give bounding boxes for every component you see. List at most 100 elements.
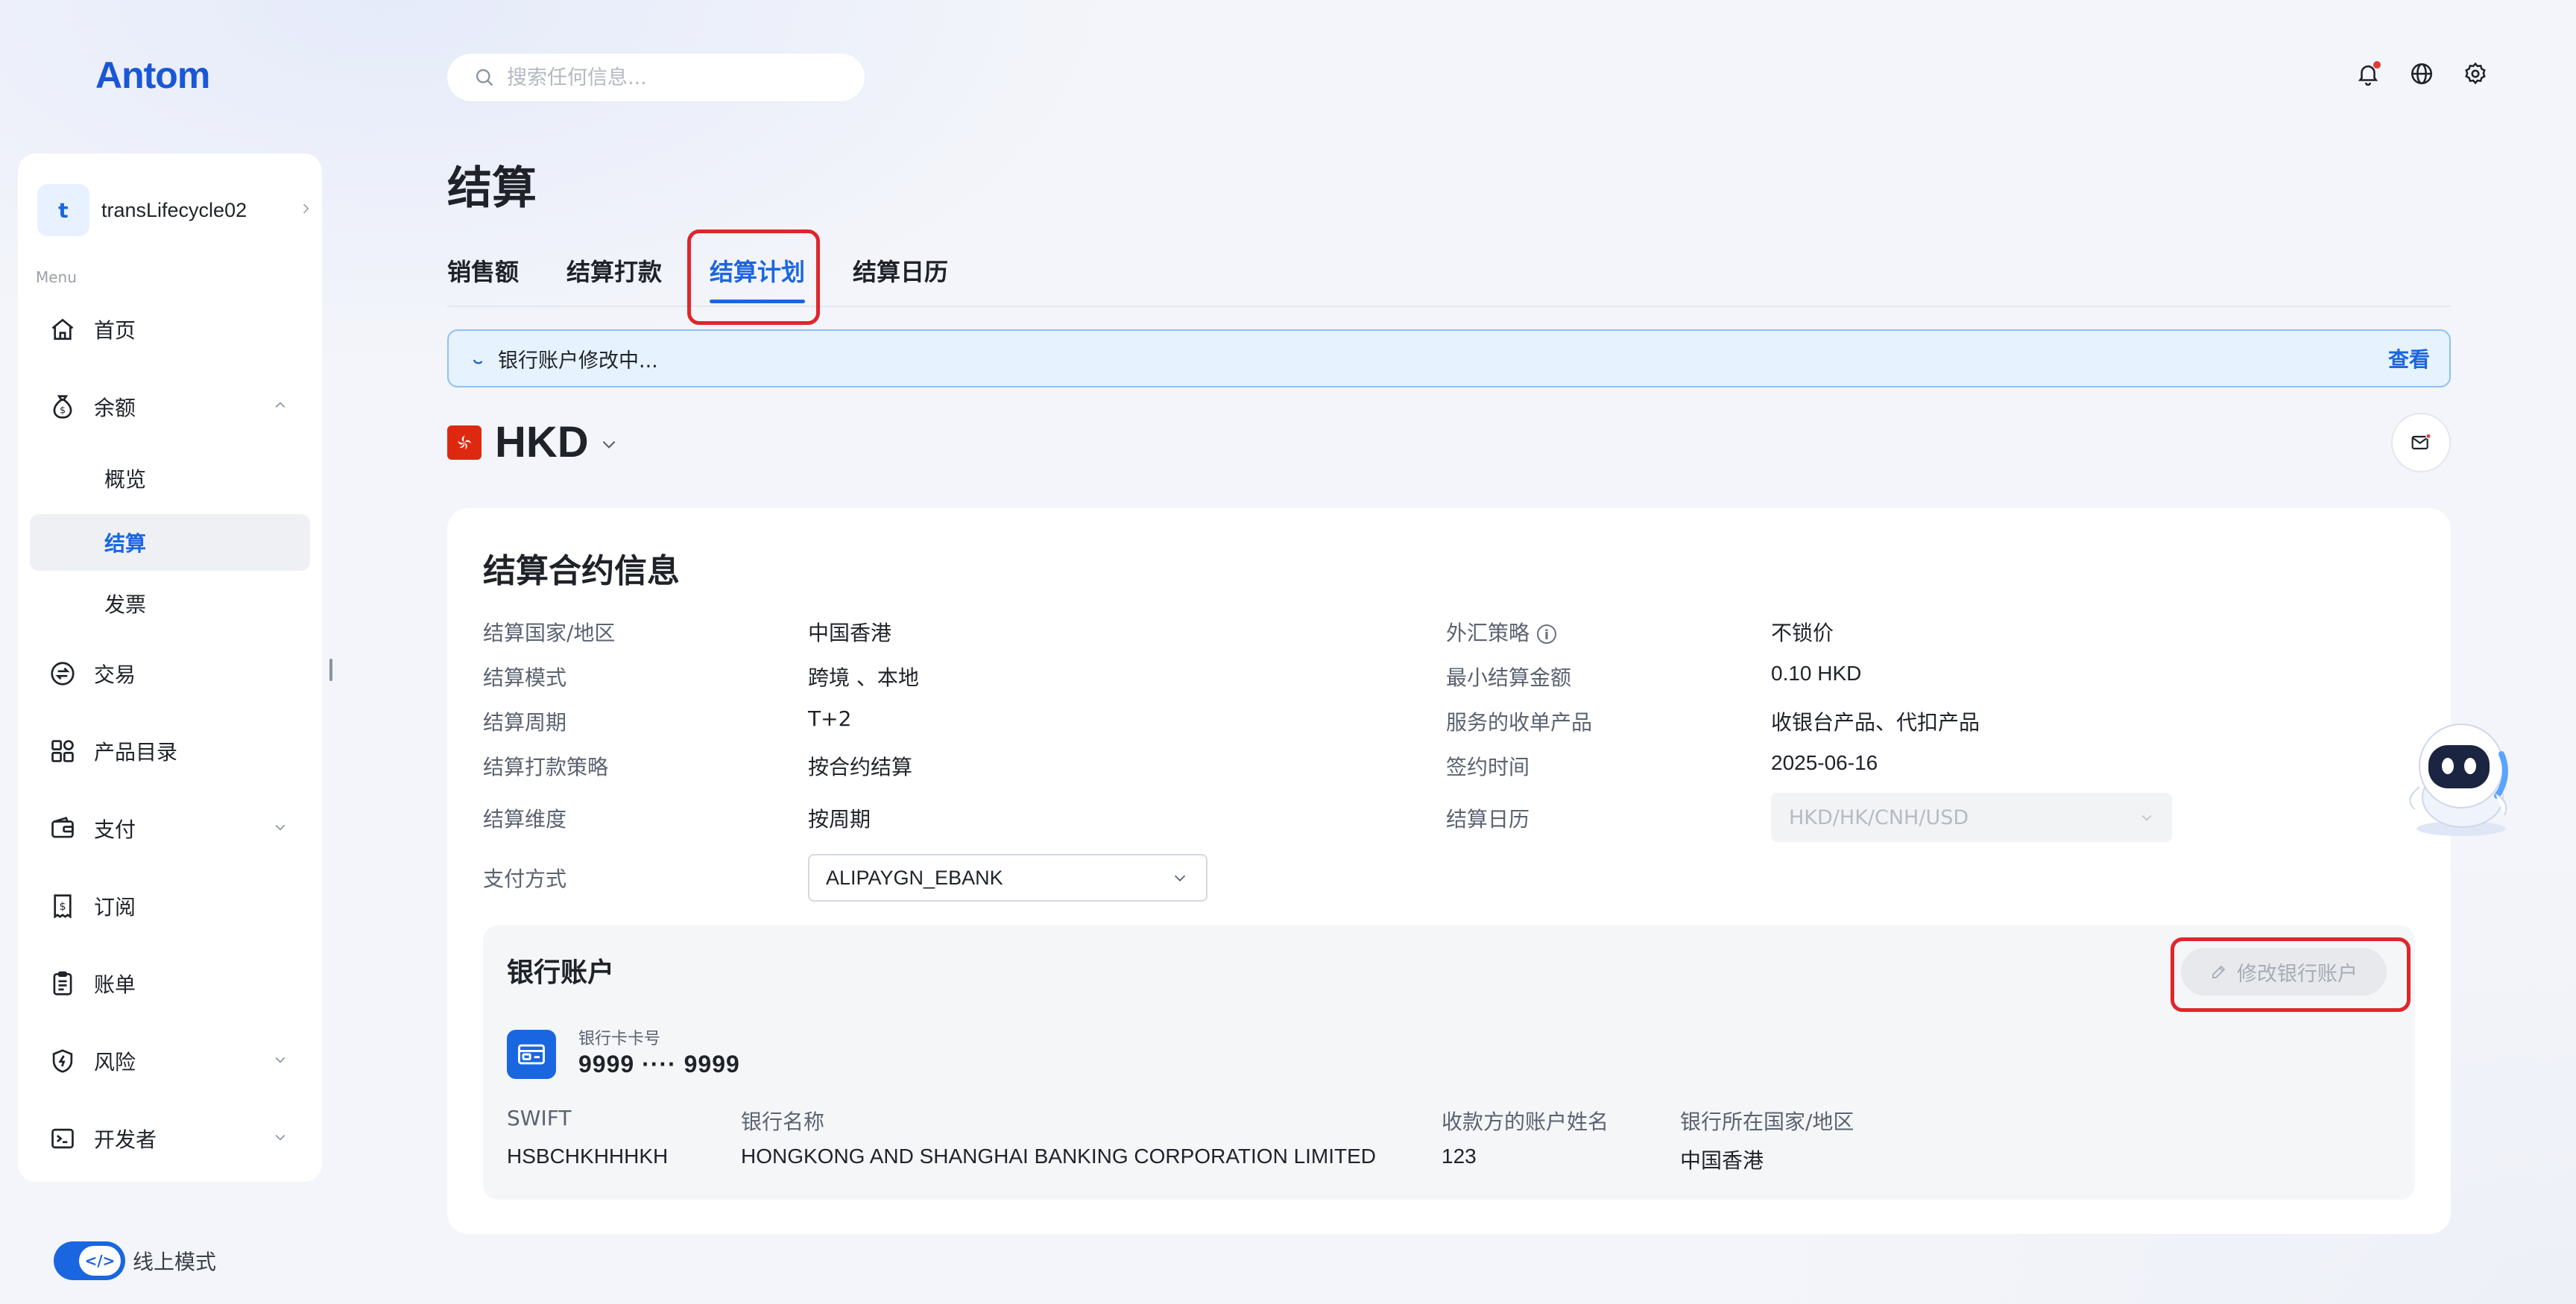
antom-logo[interactable]: Antom [95,54,210,97]
highlight-box [2171,937,2411,1012]
field-label: 银行所在国家/地区 [1680,1110,1854,1134]
sidebar-resize-handle[interactable] [329,659,332,681]
search-icon [476,69,493,86]
receipt-icon: $ [48,891,78,921]
payment-method-select[interactable]: ALIPAYGN_EBANK [808,854,1208,902]
sidebar-item-bills[interactable]: 账单 [30,955,310,1012]
account-name: transLifecycle02 [101,198,247,221]
field-value: 2025-06-16 [1771,751,1878,774]
home-icon [48,314,78,344]
chevron-down-icon [273,1052,288,1070]
sidebar-item-label: 交易 [94,662,136,687]
shield-icon [48,1046,78,1076]
svg-text:$: $ [59,901,66,913]
hong-kong-flag-icon [447,425,482,460]
chevron-down-icon [599,434,619,457]
chevron-down-icon [273,820,288,838]
chevron-down-icon [273,1130,288,1148]
field-value: HSBCHKHHHKH [507,1145,669,1168]
tab-sales[interactable]: 销售额 [447,253,519,288]
code-icon: </> [79,1246,121,1276]
field-value: 不锁价 [1771,621,1834,645]
notice-text: 银行账户修改中... [498,349,658,373]
sidebar-subitem-overview[interactable]: 概览 [30,450,310,507]
field-value: 中国香港 [1680,1148,1764,1173]
toggle-switch[interactable]: </> [54,1241,125,1280]
sidebar-item-label: 首页 [94,318,136,343]
sidebar-subitem-settlement[interactable]: 结算 [30,514,310,571]
field-value: T+2 [808,706,852,731]
field-label: 外汇策略 i [1446,617,1557,647]
svg-text:$: $ [60,405,66,416]
sidebar-item-label: 余额 [94,396,136,420]
live-mode-toggle[interactable]: </> 线上模式 [54,1241,216,1280]
view-link[interactable]: 查看 [2388,344,2430,373]
tab-settlement-calendar[interactable]: 结算日历 [853,253,948,288]
field-label: 结算日历 [1446,807,1530,832]
sidebar-item-label: 账单 [94,972,136,997]
field-label: 结算国家/地区 [483,621,616,645]
sidebar-item-label: 订阅 [94,895,136,920]
account-avatar: t [37,184,89,236]
sidebar-item-balance[interactable]: $ 余额 [30,379,310,435]
notification-dot [2373,61,2381,69]
sidebar-item-home[interactable]: 首页 [30,301,310,358]
field-label-text: 外汇策略 [1446,621,1530,645]
terminal-icon [48,1124,78,1153]
settlement-calendar-select: HKD/HK/CNH/USD [1771,793,2172,842]
sidebar-item-transactions[interactable]: 交易 [30,645,310,702]
chevron-up-icon [273,398,288,416]
sidebar-item-label: 发票 [104,592,147,617]
field-value: 按合约结算 [808,755,913,779]
sidebar-item-label: 结算 [104,531,147,556]
notification-settings-button[interactable] [2391,413,2451,472]
top-toolbar [2355,61,2488,86]
card-number: 9999 ···· 9999 [578,1051,740,1077]
field-value: 123 [1442,1145,1477,1168]
settlement-contract-card: 结算合约信息 结算国家/地区 中国香港 结算模式 跨境 、本地 结算周期 T+2… [447,508,2451,1234]
field-label: SWIFT [507,1106,572,1130]
sidebar-item-label: 风险 [94,1050,136,1074]
sidebar-item-developers[interactable]: 开发者 [30,1110,310,1167]
exchange-icon [48,659,78,689]
sidebar-item-catalog[interactable]: 产品目录 [30,723,310,779]
highlight-box [687,230,820,325]
info-icon[interactable]: i [1537,624,1557,644]
field-label: 结算周期 [483,710,567,735]
money-bag-icon: $ [48,392,78,422]
field-label: 最小结算金额 [1446,665,1572,690]
sidebar-item-subscriptions[interactable]: $ 订阅 [30,878,310,934]
sidebar-item-risk[interactable]: 风险 [30,1033,310,1089]
assistant-robot-icon[interactable] [2390,717,2528,844]
chevron-down-icon [1174,875,1186,882]
sidebar-item-payments[interactable]: 支付 [30,800,310,857]
field-label: 结算打款策略 [483,755,609,779]
toggle-label: 线上模式 [133,1250,217,1274]
menu-section-label: Menu [36,268,77,286]
field-label: 签约时间 [1446,755,1530,779]
globe-icon[interactable] [2409,61,2434,86]
tab-payouts[interactable]: 结算打款 [566,253,662,288]
section-title: 银行账户 [507,958,615,988]
settings-icon[interactable] [2463,61,2488,86]
field-value: 0.10 HKD [1771,662,1862,685]
field-label: 银行名称 [741,1110,825,1134]
bell-icon[interactable] [2355,61,2381,86]
field-label: 服务的收单产品 [1446,710,1593,735]
select-value: HKD/HK/CNH/USD [1789,805,1969,829]
grid-icon [48,736,78,766]
notice-banner: 银行账户修改中... 查看 [447,329,2451,387]
account-switcher[interactable]: t transLifecycle02 [37,183,313,237]
card-number-label: 银行卡卡号 [578,1030,661,1048]
search-input[interactable] [505,65,821,90]
search-bar[interactable] [447,54,865,101]
field-value: 按周期 [808,807,871,832]
sidebar-subitem-invoice[interactable]: 发票 [30,575,310,632]
mail-icon [2411,433,2431,450]
clipboard-icon [48,969,78,998]
card-title: 结算合约信息 [483,552,680,590]
sidebar-item-label: 概览 [104,467,147,492]
field-label: 结算模式 [483,665,567,690]
chevron-right-icon [298,199,313,221]
currency-selector[interactable]: HKD [447,417,619,467]
